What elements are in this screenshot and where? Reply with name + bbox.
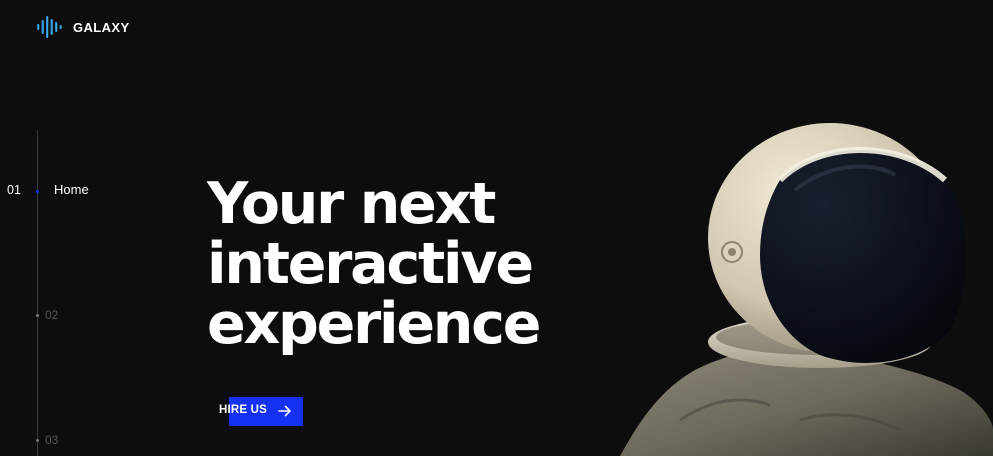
side-nav-dot-active — [36, 190, 39, 193]
side-nav-track — [37, 130, 38, 456]
arrow-right-icon[interactable] — [278, 405, 292, 417]
side-nav-number-03[interactable]: 03 — [45, 433, 58, 447]
side-nav-dot-03 — [36, 439, 39, 442]
side-nav-number-01[interactable]: 01 — [7, 183, 21, 197]
side-nav-label-home[interactable]: Home — [54, 182, 89, 197]
hire-us-label[interactable]: HIRE US — [219, 404, 267, 416]
side-nav-number-02[interactable]: 02 — [45, 308, 58, 322]
side-nav-dot-02 — [36, 314, 39, 317]
astronaut-helmet-image — [620, 123, 993, 456]
headline-line-3: experience — [207, 291, 541, 357]
headline-line-1: Your next — [207, 171, 496, 237]
headline-line-2: interactive — [207, 231, 534, 297]
hero-headline: Your next interactive experience — [207, 171, 541, 357]
brand-logo[interactable]: GALAXY — [36, 14, 130, 40]
sound-wave-logo-icon — [37, 16, 62, 38]
brand-name: GALAXY — [73, 19, 130, 35]
